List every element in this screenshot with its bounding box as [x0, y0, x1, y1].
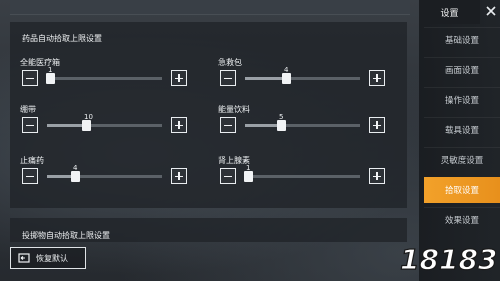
increase-button[interactable] — [369, 117, 385, 133]
decrease-button[interactable] — [220, 70, 236, 86]
medicine-section-title: 药品自动拾取上限设置 — [22, 34, 102, 43]
sidebar-item-effects[interactable]: 效果设置 — [424, 207, 500, 232]
reset-default-button[interactable]: 恢复默认 — [10, 247, 86, 269]
sidebar-item-controls[interactable]: 操作设置 — [424, 87, 500, 112]
sidebar-item-graphics[interactable]: 画面设置 — [424, 57, 500, 82]
slider-value: 4 — [284, 66, 289, 74]
minus-icon — [26, 175, 34, 177]
decrease-button[interactable] — [220, 168, 236, 184]
plus-icon — [376, 121, 378, 129]
watermark-logo: 18183 — [396, 241, 498, 277]
decrease-button[interactable] — [220, 117, 236, 133]
slider-thumb[interactable] — [244, 171, 253, 182]
sidebar-item-basic[interactable]: 基础设置 — [424, 27, 500, 52]
slider-label: 止痛药 — [20, 156, 44, 165]
slider-thumb[interactable] — [71, 171, 80, 182]
slider-value: 5 — [279, 113, 284, 121]
reset-default-label: 恢复默认 — [36, 253, 68, 263]
slider-thumb[interactable] — [277, 120, 286, 131]
plus-icon — [178, 121, 180, 129]
slider-fill — [47, 124, 83, 127]
decrease-button[interactable] — [22, 117, 38, 133]
slider-fill — [245, 124, 278, 127]
close-icon[interactable] — [484, 5, 498, 19]
sidebar-header: 设置 — [419, 0, 480, 24]
slider-thumb[interactable] — [282, 73, 291, 84]
plus-icon — [376, 74, 378, 82]
plus-icon — [178, 172, 180, 180]
minus-icon — [224, 124, 232, 126]
slider-track[interactable] — [47, 120, 162, 131]
sidebar-item-sensitivity[interactable]: 灵敏度设置 — [424, 147, 500, 172]
slider-track[interactable] — [245, 120, 360, 131]
slider-track[interactable] — [245, 73, 360, 84]
slider-track[interactable] — [47, 171, 162, 182]
slider-label: 能量饮料 — [218, 105, 250, 114]
increase-button[interactable] — [369, 70, 385, 86]
increase-button[interactable] — [171, 70, 187, 86]
slider-value: 1 — [246, 164, 251, 172]
decrease-button[interactable] — [22, 168, 38, 184]
slider-track[interactable] — [244, 171, 360, 182]
medicine-settings-panel — [10, 22, 407, 208]
slider-fill — [47, 175, 72, 178]
slider-track[interactable] — [46, 73, 162, 84]
slider-thumb[interactable] — [82, 120, 91, 131]
slider-fill — [245, 77, 283, 80]
minus-icon — [224, 77, 232, 79]
minus-icon — [224, 175, 232, 177]
plus-icon — [178, 74, 180, 82]
slider-label: 绷带 — [20, 105, 36, 114]
svg-text:18183: 18183 — [400, 243, 496, 276]
increase-button[interactable] — [369, 168, 385, 184]
increase-button[interactable] — [171, 117, 187, 133]
reset-icon — [18, 253, 31, 263]
slider-value: 4 — [73, 164, 78, 172]
plus-icon — [376, 172, 378, 180]
top-panel-edge — [10, 0, 410, 15]
sidebar-item-vehicle[interactable]: 载具设置 — [424, 117, 500, 142]
decrease-button[interactable] — [22, 70, 38, 86]
slider-label: 全能医疗箱 — [20, 58, 60, 67]
increase-button[interactable] — [171, 168, 187, 184]
slider-value: 1 — [48, 66, 53, 74]
slider-label: 急救包 — [218, 58, 242, 67]
slider-thumb[interactable] — [46, 73, 55, 84]
minus-icon — [26, 124, 34, 126]
throwable-section-title: 投掷物自动拾取上限设置 — [22, 231, 110, 240]
sidebar-item-pickup[interactable]: 拾取设置 — [424, 177, 500, 203]
minus-icon — [26, 77, 34, 79]
slider-value: 10 — [84, 113, 93, 121]
